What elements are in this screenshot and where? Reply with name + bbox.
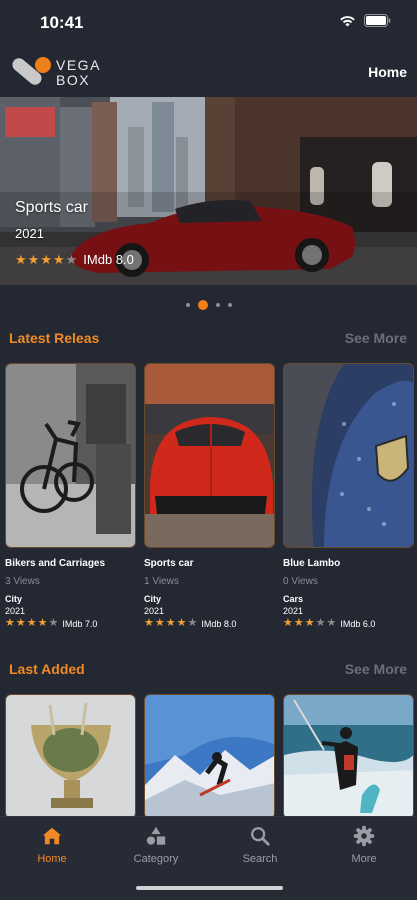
star-filled-icon: ★: [52, 252, 65, 267]
star-empty-icon: ★: [65, 252, 78, 267]
nav-label: Home: [37, 853, 67, 865]
logo-icon: [12, 57, 51, 85]
star-filled-icon: ★: [5, 617, 15, 629]
star-filled-icon: ★: [37, 617, 48, 629]
card-rating: ★ ★ ★ ★ ★ IMdb 6.0: [283, 618, 375, 629]
card-title: Blue Lambo: [283, 558, 341, 569]
movie-card[interactable]: Sports car 1 Views City 2021 ★ ★ ★ ★ ★ IMdb …: [144, 363, 275, 629]
logo-text: VEGA BOX: [56, 58, 101, 88]
card-views: 0 Views: [283, 576, 318, 587]
imdb-score: IMdb 7.0: [62, 618, 98, 629]
wifi-icon: [339, 14, 356, 27]
star-filled-icon: ★: [304, 617, 315, 629]
star-filled-icon: ★: [26, 617, 37, 629]
card-title: Bikers and Carriages: [5, 558, 106, 569]
star-rating: ★ ★ ★ ★ ★: [15, 253, 77, 266]
nav-label: Category: [133, 853, 179, 865]
movie-thumbnail[interactable]: [283, 363, 414, 548]
star-filled-icon: ★: [15, 252, 27, 267]
status-icons: [339, 14, 391, 27]
section-title-last-added: Last Added: [9, 661, 85, 677]
star-filled-icon: ★: [40, 252, 52, 267]
star-rating: ★ ★ ★ ★ ★: [5, 618, 58, 629]
imdb-score: IMdb 8.0: [201, 618, 237, 629]
card-title: Sports car: [144, 558, 194, 569]
nav-item-more[interactable]: More: [324, 825, 404, 865]
card-views: 1 Views: [144, 576, 179, 587]
star-filled-icon: ★: [154, 617, 165, 629]
home-icon: [42, 827, 62, 845]
card-category: Cars: [283, 594, 304, 604]
pager-dot[interactable]: [185, 303, 190, 307]
last-added-header: Last Added See More: [0, 658, 417, 682]
star-filled-icon: ★: [293, 617, 304, 629]
hero-banner[interactable]: Sports car 2021 ★ ★ ★ ★ ★ IMdb 8.0: [0, 97, 417, 285]
movie-thumbnail[interactable]: [5, 363, 136, 548]
nav-item-search[interactable]: Search: [220, 825, 300, 865]
star-empty-icon: ★: [187, 617, 198, 629]
star-empty-icon: ★: [326, 617, 337, 629]
star-filled-icon: ★: [15, 617, 26, 629]
hero-year: 2021: [15, 226, 44, 241]
movie-thumbnail[interactable]: [283, 694, 414, 819]
star-empty-icon: ★: [48, 617, 59, 629]
card-rating: ★ ★ ★ ★ ★ IMdb 7.0: [5, 618, 97, 629]
home-indicator: [136, 886, 283, 890]
star-filled-icon: ★: [176, 617, 187, 629]
movie-thumbnail[interactable]: [144, 694, 275, 819]
pager-dot-active[interactable]: [197, 300, 208, 310]
nav-item-home[interactable]: Home: [12, 825, 92, 865]
movie-card[interactable]: Blue Lambo 0 Views Cars 2021 ★ ★ ★ ★ ★ IMdb …: [283, 363, 414, 629]
card-year: 2021: [283, 606, 304, 616]
star-empty-icon: ★: [315, 617, 326, 629]
card-category: City: [144, 594, 162, 604]
category-icon: [146, 826, 166, 845]
hero-rating: ★ ★ ★ ★ ★ IMdb 8.0: [15, 252, 134, 267]
card-rating: ★ ★ ★ ★ ★ IMdb 8.0: [144, 618, 236, 629]
logo-line-1: VEGA: [56, 57, 101, 73]
see-more-latest-button[interactable]: See More: [345, 330, 407, 346]
header-home-link[interactable]: Home: [368, 64, 407, 80]
movie-card[interactable]: [5, 694, 136, 819]
movie-card[interactable]: [283, 694, 414, 819]
see-more-last-added-button[interactable]: See More: [345, 661, 407, 677]
hero-title: Sports car: [15, 199, 88, 216]
movie-thumbnail[interactable]: [144, 363, 275, 548]
star-filled-icon: ★: [283, 617, 293, 629]
status-time: 10:41: [40, 13, 84, 32]
gear-icon: [353, 825, 375, 847]
logo-line-2: BOX: [56, 72, 91, 88]
movie-thumbnail[interactable]: [5, 694, 136, 819]
nav-label: More: [351, 853, 377, 865]
star-rating: ★ ★ ★ ★ ★: [283, 618, 336, 629]
movie-card[interactable]: [144, 694, 275, 819]
movie-card[interactable]: Bikers and Carriages 3 Views City 2021 ★…: [5, 363, 136, 629]
latest-releases-header: Latest Releas See More: [0, 327, 417, 351]
star-filled-icon: ★: [165, 617, 176, 629]
star-filled-icon: ★: [27, 252, 40, 267]
imdb-score: IMdb 6.0: [340, 618, 376, 629]
app-header: VEGA BOX Home: [0, 50, 417, 96]
nav-item-category[interactable]: Category: [116, 825, 196, 865]
card-views: 3 Views: [5, 576, 40, 587]
nav-label: Search: [242, 853, 278, 865]
card-year: 2021: [5, 606, 26, 616]
card-year: 2021: [144, 606, 165, 616]
pager-dot[interactable]: [215, 303, 220, 307]
search-icon: [251, 827, 270, 846]
battery-icon: [364, 14, 391, 27]
imdb-score: IMdb 8.0: [83, 252, 134, 267]
card-category: City: [5, 594, 23, 604]
star-rating: ★ ★ ★ ★ ★: [144, 618, 197, 629]
section-title-latest: Latest Releas: [9, 330, 100, 346]
status-bar: 10:41: [0, 0, 417, 48]
app-logo[interactable]: VEGA BOX: [8, 53, 108, 93]
star-filled-icon: ★: [144, 617, 154, 629]
pager-dot[interactable]: [227, 303, 232, 307]
carousel-pager: [0, 300, 417, 310]
